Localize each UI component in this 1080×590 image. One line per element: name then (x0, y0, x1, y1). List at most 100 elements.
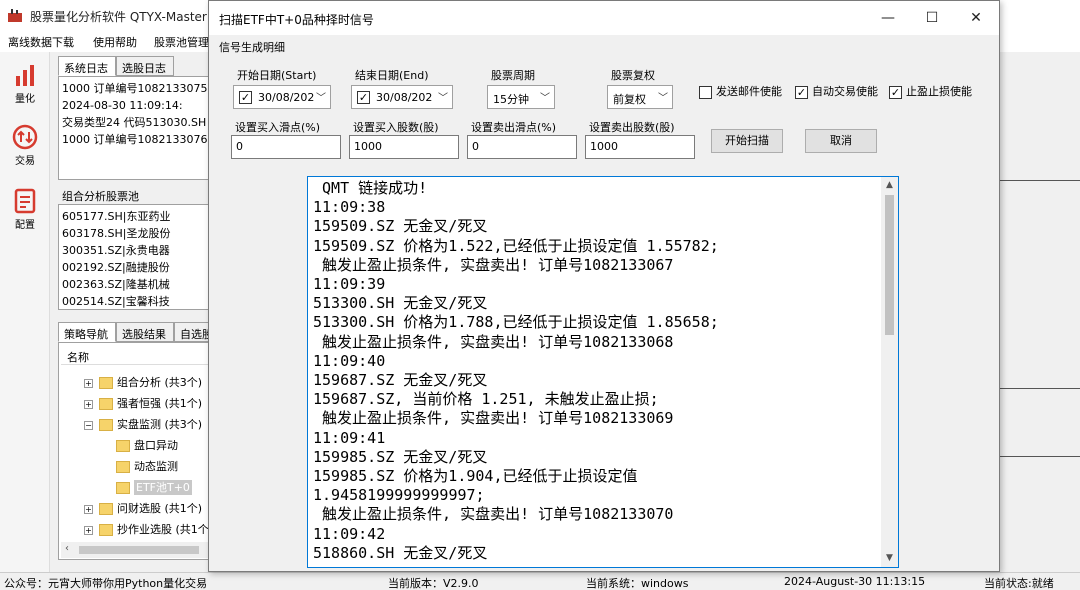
buy-shares-input[interactable]: 1000 (349, 135, 459, 159)
start-date-value: 30/08/202 (258, 91, 315, 104)
scroll-down-icon[interactable]: ▼ (881, 550, 898, 567)
start-date-label: 开始日期(Start) (237, 69, 317, 82)
buy-slippage-input[interactable]: 0 (231, 135, 341, 159)
folder-icon (116, 440, 130, 452)
list-item[interactable]: 605177.SH|东亚药业 (62, 209, 170, 225)
buy-slippage-label: 设置买入滑点(%) (235, 121, 321, 134)
end-date-picker[interactable]: ✓ 30/08/202 ﹀ (351, 85, 453, 109)
adjust-select[interactable]: 前复权 ﹀ (607, 85, 673, 109)
expand-icon[interactable]: + (84, 378, 93, 388)
tree-item[interactable]: + 抄作业选股 (共1个) (84, 521, 213, 539)
sell-slippage-input[interactable]: 0 (467, 135, 577, 159)
scrollbar-thumb[interactable] (885, 195, 894, 335)
tree-item[interactable]: + 组合分析 (共3个) (84, 374, 202, 392)
auto-trade-checkbox[interactable]: ✓ (795, 85, 808, 99)
minimize-button[interactable]: — (865, 1, 911, 35)
status-version: 当前版本：V2.9.0 (388, 577, 479, 590)
start-date-picker[interactable]: ✓ 30/08/202 ﹀ (233, 85, 331, 109)
tab-strategy-nav[interactable]: 策略导航 (58, 322, 116, 342)
tree-item[interactable]: 盘口异动 (116, 437, 178, 455)
background-line (1000, 388, 1080, 389)
menu-offline-download[interactable]: 离线数据下载 (8, 34, 74, 50)
stop-loss-checkbox-row[interactable]: ✓ 止盈止损使能 (889, 83, 972, 99)
strategy-tabs: 策略导航 选股结果 自选股 (58, 322, 224, 342)
log-line: 2024-08-30 11:09:14: (62, 99, 183, 112)
expand-icon[interactable]: + (84, 525, 93, 535)
tab-selection-result[interactable]: 选股结果 (116, 322, 174, 342)
dialog-title: 扫描ETF中T+0品种择时信号 (219, 13, 374, 27)
nav-trade[interactable]: 交易 (6, 124, 44, 167)
tree-item[interactable]: − 实盘监测 (共3个) (84, 416, 202, 434)
folder-icon (99, 419, 113, 431)
tab-system-log[interactable]: 系统日志 (58, 56, 116, 76)
etf-scan-dialog: 扫描ETF中T+0品种择时信号 — ☐ ✕ 信号生成明细 开始日期(Start)… (208, 0, 1000, 572)
list-item[interactable]: 002363.SZ|隆基机械 (62, 277, 170, 293)
end-date-label: 结束日期(End) (355, 69, 429, 82)
document-icon (14, 188, 36, 214)
email-checkbox-row[interactable]: 发送邮件使能 (699, 83, 782, 99)
app-logo-icon (8, 9, 22, 22)
dialog-title-bar: 扫描ETF中T+0品种择时信号 — ☐ ✕ (209, 1, 999, 35)
folder-icon (99, 524, 113, 536)
start-scan-button[interactable]: 开始扫描 (711, 129, 783, 153)
chevron-down-icon: ﹀ (658, 93, 668, 104)
scroll-up-icon[interactable]: ▲ (881, 177, 898, 194)
tree-item[interactable]: + 强者恒强 (共1个) (84, 395, 202, 413)
expand-icon[interactable]: + (84, 504, 93, 514)
tree-item-selected[interactable]: ETF池T+0 (116, 479, 192, 497)
status-system: 当前系统：windows (586, 577, 689, 590)
cancel-button[interactable]: 取消 (805, 129, 877, 153)
status-state: 当前状态:就绪 (984, 577, 1054, 590)
stop-loss-checkbox[interactable]: ✓ (889, 85, 902, 99)
nav-quant[interactable]: 量化 (6, 62, 44, 105)
log-line: 1000 订单编号1082133076 (62, 133, 208, 146)
period-label: 股票周期 (491, 69, 535, 82)
buy-shares-label: 设置买入股数(股) (353, 121, 439, 134)
maximize-button[interactable]: ☐ (909, 1, 955, 35)
list-item[interactable]: 002192.SZ|融捷股份 (62, 260, 170, 276)
stock-pool-list: 605177.SH|东亚药业 603178.SH|圣龙股份 300351.SZ|… (58, 204, 210, 310)
menu-help[interactable]: 使用帮助 (93, 34, 137, 50)
tree-item[interactable]: 动态监测 (116, 458, 178, 476)
chevron-down-icon: ﹀ (316, 93, 326, 104)
tab-selection-log[interactable]: 选股日志 (116, 56, 174, 76)
menu-pool-management[interactable]: 股票池管理 (154, 34, 209, 50)
log-tabs: 系统日志 选股日志 (58, 56, 210, 76)
nav-config[interactable]: 配置 (6, 188, 44, 231)
signal-log-content: QMT 链接成功! 11:09:38 159509.SZ 无金叉/死叉 1595… (313, 179, 719, 562)
scrollbar-thumb[interactable] (79, 546, 199, 554)
sell-shares-input[interactable]: 1000 (585, 135, 695, 159)
main-window-title: 股票量化分析软件 QTYX-Master (30, 10, 207, 24)
tree-horizontal-scrollbar[interactable]: ‹ (61, 542, 211, 558)
log-line: 1000 订单编号1082133075 (62, 82, 208, 95)
adjust-label: 股票复权 (611, 69, 655, 82)
list-item[interactable]: 300351.SZ|永贵电器 (62, 243, 170, 259)
scroll-left-icon[interactable]: ‹ (65, 543, 69, 554)
status-bar: 公众号：元宵大师带你用Python量化交易 当前版本：V2.9.0 当前系统：w… (0, 572, 1080, 590)
end-date-checkbox[interactable]: ✓ (357, 91, 370, 104)
signal-log-textarea[interactable]: QMT 链接成功! 11:09:38 159509.SZ 无金叉/死叉 1595… (307, 176, 899, 568)
close-button[interactable]: ✕ (953, 1, 999, 35)
folder-icon (116, 482, 130, 494)
period-value: 15分钟 (493, 93, 529, 106)
chevron-down-icon: ﹀ (438, 93, 448, 104)
expand-icon[interactable]: + (84, 399, 93, 409)
log-vertical-scrollbar[interactable]: ▲ ▼ (881, 177, 898, 567)
auto-trade-checkbox-row[interactable]: ✓ 自动交易使能 (795, 83, 878, 99)
tree-column-header: 名称 (61, 345, 211, 365)
list-item[interactable]: 002514.SZ|宝馨科技 (62, 294, 170, 309)
end-date-value: 30/08/202 (376, 91, 433, 104)
section-label: 信号生成明细 (219, 41, 285, 54)
collapse-icon[interactable]: − (84, 420, 93, 430)
background-line (1000, 180, 1080, 181)
list-item[interactable]: 603178.SH|圣龙股份 (62, 226, 170, 242)
period-select[interactable]: 15分钟 ﹀ (487, 85, 555, 109)
bar-chart-icon (16, 65, 34, 86)
tree-item[interactable]: + 问财选股 (共1个) (84, 500, 202, 518)
pool-group-label: 组合分析股票池 (62, 190, 139, 203)
background-line (1000, 456, 1080, 457)
email-checkbox[interactable] (699, 85, 712, 99)
start-date-checkbox[interactable]: ✓ (239, 91, 252, 104)
folder-icon (99, 398, 113, 410)
folder-icon (99, 503, 113, 515)
